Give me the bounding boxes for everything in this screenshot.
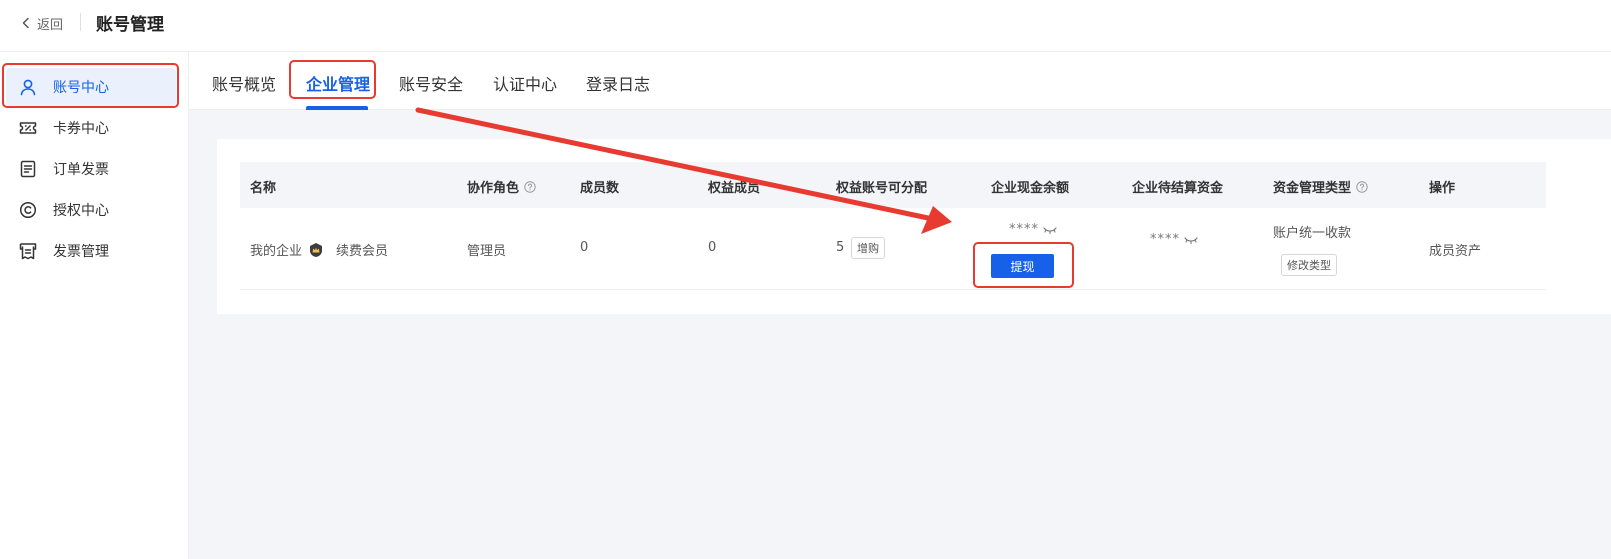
benefit-member-cell: 0 — [708, 240, 717, 255]
back-button[interactable]: 返回 — [20, 13, 63, 33]
column-header: 操作 — [1429, 181, 1456, 196]
header-divider — [80, 13, 81, 31]
eye-closed-icon[interactable] — [1043, 225, 1057, 235]
back-label: 返回 — [37, 17, 64, 33]
order-icon — [18, 159, 38, 179]
enterprise-name-cell: 我的企业 续费会员 — [250, 240, 388, 259]
pending-funds-masked: **** — [1150, 232, 1198, 247]
sidebar-item-account-center[interactable]: 账号中心 — [6, 68, 176, 106]
sidebar-item-coupon-center[interactable]: 卡券中心 — [6, 109, 176, 147]
active-tab-indicator — [306, 106, 368, 110]
coupon-icon — [18, 118, 38, 138]
main-content: 账号概览 企业管理 账号安全 认证中心 登录日志 名称 协作角色 成员数 权益成… — [189, 52, 1611, 559]
user-icon — [18, 77, 38, 97]
sidebar-item-invoice-management[interactable]: 发票管理 — [6, 232, 176, 270]
tab-bar: 账号概览 企业管理 账号安全 认证中心 登录日志 — [189, 52, 1611, 110]
top-header: 返回 账号管理 — [0, 0, 1611, 52]
membership-label: 续费会员 — [336, 244, 389, 259]
column-header: 名称 — [250, 181, 277, 196]
sidebar-item-label: 发票管理 — [53, 244, 109, 260]
fund-type-cell: 账户统一收款 — [1273, 226, 1352, 241]
enterprise-card: 名称 协作角色 成员数 权益成员 权益账号可分配 企业现金余额 企业待结算资金 … — [217, 139, 1611, 314]
tab-enterprise-management[interactable]: 企业管理 — [306, 71, 370, 95]
page-title: 账号管理 — [96, 15, 164, 35]
chevron-left-icon — [22, 17, 29, 29]
sidebar-item-label: 订单发票 — [53, 162, 109, 178]
table-header: 名称 协作角色 成员数 权益成员 权益账号可分配 企业现金余额 企业待结算资金 … — [240, 162, 1546, 208]
tab-verification-center[interactable]: 认证中心 — [493, 71, 557, 95]
column-header: 成员数 — [580, 181, 620, 196]
tab-login-log[interactable]: 登录日志 — [586, 71, 650, 95]
member-count-cell: 0 — [580, 240, 589, 255]
crown-badge-icon — [310, 242, 323, 257]
tab-account-overview[interactable]: 账号概览 — [212, 71, 276, 95]
enterprise-name: 我的企业 — [250, 244, 303, 259]
copyright-icon — [18, 200, 38, 220]
column-header: 权益账号可分配 — [836, 181, 928, 196]
sidebar-item-authorization-center[interactable]: 授权中心 — [6, 191, 176, 229]
help-icon[interactable] — [1356, 180, 1368, 193]
sidebar-item-label: 账号中心 — [53, 80, 109, 96]
assignable-count-cell: 5 — [836, 240, 845, 255]
column-header: 协作角色 — [467, 177, 536, 196]
role-cell: 管理员 — [467, 244, 507, 259]
column-header: 资金管理类型 — [1273, 177, 1368, 196]
invoice-icon — [18, 241, 38, 261]
column-header: 企业现金余额 — [991, 181, 1070, 196]
withdraw-button[interactable]: 提现 — [991, 254, 1054, 278]
tab-account-security[interactable]: 账号安全 — [399, 71, 463, 95]
column-header: 企业待结算资金 — [1132, 181, 1224, 196]
buy-more-button[interactable]: 增购 — [851, 237, 885, 259]
sidebar-item-label: 授权中心 — [53, 203, 109, 219]
eye-closed-icon[interactable] — [1184, 235, 1198, 245]
help-icon[interactable] — [524, 180, 536, 193]
column-header: 权益成员 — [708, 181, 761, 196]
sidebar: 账号中心 卡券中心 订单发票 授权中心 发票管理 — [0, 52, 189, 559]
modify-type-button[interactable]: 修改类型 — [1281, 254, 1337, 276]
sidebar-item-order-invoice[interactable]: 订单发票 — [6, 150, 176, 188]
table-row: 我的企业 续费会员 管理员 0 0 5 增购 **** 提现 **** 账户统一… — [240, 208, 1546, 290]
member-assets-link[interactable]: 成员资产 — [1429, 240, 1481, 259]
sidebar-item-label: 卡券中心 — [53, 121, 109, 137]
cash-balance-masked: **** — [1009, 222, 1057, 237]
